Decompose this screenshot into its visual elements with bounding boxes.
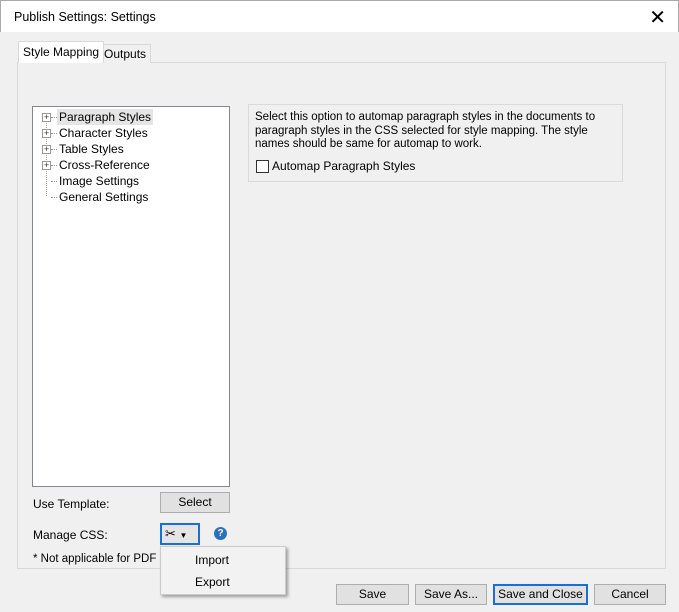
manage-css-dropdown[interactable]: ✂ ▼ [160, 523, 200, 545]
select-template-button[interactable]: Select [160, 492, 230, 513]
help-icon[interactable]: ? [214, 527, 227, 540]
automap-checkbox[interactable] [256, 160, 269, 173]
close-icon[interactable]: ✕ [649, 5, 666, 30]
tree-item[interactable]: General Settings [57, 189, 150, 205]
expand-icon[interactable]: + [42, 129, 51, 138]
tree-item[interactable]: Table Styles [57, 141, 126, 157]
use-template-label: Use Template: [33, 497, 110, 511]
chevron-down-icon: ▼ [179, 531, 188, 540]
tree-item[interactable]: Cross-Reference [57, 157, 152, 173]
manage-css-label: Manage CSS: [33, 528, 108, 542]
title-bar: Publish Settings: Settings ✕ [0, 0, 679, 32]
menu-item-import[interactable]: Import [195, 553, 229, 567]
expand-icon[interactable]: + [42, 161, 51, 170]
tab-style-mapping[interactable]: Style Mapping [18, 41, 105, 63]
cancel-button[interactable]: Cancel [594, 584, 666, 605]
menu-item-export[interactable]: Export [195, 575, 230, 589]
automap-label[interactable]: Automap Paragraph Styles [272, 159, 415, 173]
window-title: Publish Settings: Settings [14, 10, 156, 24]
save-button[interactable]: Save [336, 584, 409, 605]
tab-outputs[interactable]: Outputs [99, 44, 152, 63]
tools-icon: ✂ [165, 526, 176, 541]
pdf-note: * Not applicable for PDF ou [33, 553, 173, 565]
save-and-close-button[interactable]: Save and Close [493, 584, 588, 605]
automap-description: Select this option to automap paragraph … [255, 111, 596, 150]
expand-icon[interactable]: + [42, 145, 51, 154]
expand-icon[interactable]: + [42, 113, 51, 122]
style-tree[interactable]: + Paragraph Styles + Character Styles + Table… [32, 106, 230, 487]
save-as-button[interactable]: Save As... [415, 584, 487, 605]
info-box: Select this option to automap paragraph … [248, 104, 623, 182]
manage-css-menu: Import Export [160, 546, 286, 595]
tree-item[interactable]: Image Settings [57, 173, 141, 189]
tree-item[interactable]: Paragraph Styles [57, 109, 154, 125]
tree-item[interactable]: Character Styles [57, 125, 150, 141]
